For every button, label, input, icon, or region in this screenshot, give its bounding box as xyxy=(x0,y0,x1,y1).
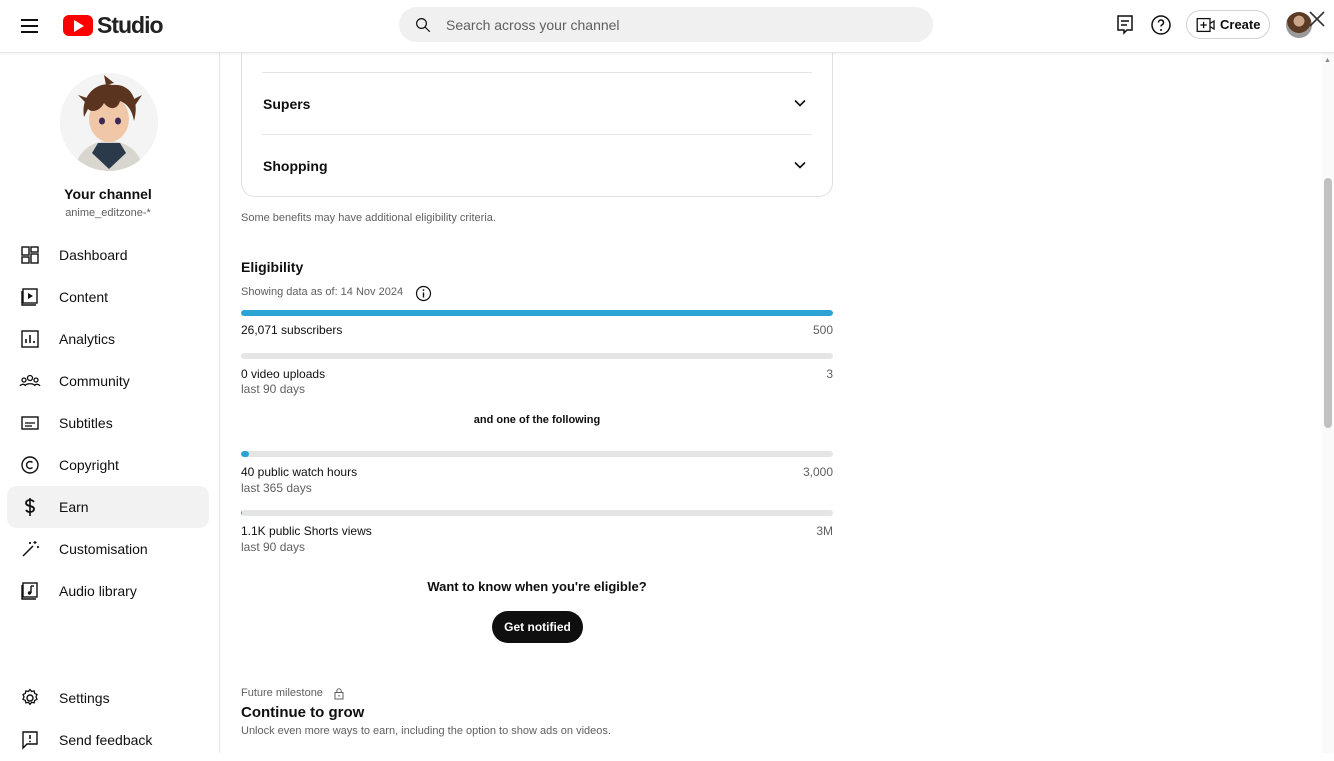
divider xyxy=(262,134,812,135)
feedback-icon xyxy=(19,729,41,751)
shorts-views-target: 3M xyxy=(816,524,833,538)
watch-hours-count: 40 public watch hours xyxy=(241,465,357,479)
sidebar-item-label: Content xyxy=(59,289,108,305)
future-milestone-description: Unlock even more ways to earn, including… xyxy=(241,725,611,737)
channel-title: Your channel xyxy=(0,186,216,202)
future-milestone-title: Continue to grow xyxy=(241,704,364,721)
sidebar-item-label: Settings xyxy=(59,690,110,706)
analytics-icon xyxy=(19,328,41,350)
channel-avatar[interactable] xyxy=(60,73,158,171)
create-label: Create xyxy=(1220,17,1260,32)
sidebar-item-label: Customisation xyxy=(59,541,148,557)
sidebar-item-community[interactable]: Community xyxy=(7,360,209,402)
scroll-up-icon[interactable]: ▲ xyxy=(1324,57,1331,64)
shorts-views-count: 1.1K public Shorts views xyxy=(241,524,372,538)
uploads-progress-bar xyxy=(241,353,833,359)
content-icon xyxy=(19,286,41,308)
uploads-target: 3 xyxy=(826,367,833,381)
progress-fill xyxy=(241,451,249,457)
sidebar-item-earn[interactable]: Earn xyxy=(7,486,209,528)
channel-handle: anime_editzone-* xyxy=(0,207,216,219)
sidebar-item-settings[interactable]: Settings xyxy=(7,677,209,719)
subtitles-icon xyxy=(19,412,41,434)
sidebar-item-label: Community xyxy=(59,373,130,389)
help-icon[interactable] xyxy=(1149,13,1173,37)
watch-hours-progress-bar xyxy=(241,451,833,457)
sidebar: Your channel anime_editzone-* Dashboard … xyxy=(0,53,220,753)
studio-logo[interactable]: Studio xyxy=(63,12,163,39)
sidebar-item-copyright[interactable]: Copyright xyxy=(7,444,209,486)
dashboard-icon xyxy=(19,244,41,266)
chevron-down-icon[interactable] xyxy=(793,96,807,110)
shorts-views-progress-bar xyxy=(241,510,833,516)
search-icon xyxy=(414,16,432,34)
sidebar-item-label: Audio library xyxy=(59,583,137,599)
video-plus-icon xyxy=(1196,17,1216,33)
future-milestone-label: Future milestone xyxy=(241,687,323,699)
messages-icon[interactable] xyxy=(1113,13,1137,37)
eligibility-title: Eligibility xyxy=(241,259,303,275)
community-icon xyxy=(19,370,41,392)
data-date: Showing data as of: 14 Nov 2024 xyxy=(241,286,403,298)
create-button[interactable]: Create xyxy=(1186,10,1270,39)
subscribers-target: 500 xyxy=(813,323,833,337)
sidebar-item-label: Analytics xyxy=(59,331,115,347)
audio-library-icon xyxy=(19,580,41,602)
eligibility-prompt: Want to know when you're eligible? xyxy=(241,579,833,594)
sidebar-item-customisation[interactable]: Customisation xyxy=(7,528,209,570)
magic-wand-icon xyxy=(19,538,41,560)
benefits-card xyxy=(241,40,833,197)
eligibility-note: Some benefits may have additional eligib… xyxy=(241,212,496,224)
sidebar-item-label: Earn xyxy=(59,499,89,515)
sidebar-item-content[interactable]: Content xyxy=(7,276,209,318)
sidebar-item-send-feedback[interactable]: Send feedback xyxy=(7,719,209,761)
lock-icon xyxy=(333,687,345,700)
search-input[interactable] xyxy=(446,17,886,33)
dollar-icon xyxy=(19,496,41,518)
subscribers-progress-bar xyxy=(241,310,833,316)
youtube-logo-icon xyxy=(63,15,93,36)
gear-icon xyxy=(19,687,41,709)
progress-fill xyxy=(241,310,833,316)
copyright-icon xyxy=(19,454,41,476)
sidebar-item-dashboard[interactable]: Dashboard xyxy=(7,234,209,276)
close-icon[interactable] xyxy=(1306,8,1328,30)
shorts-views-period: last 90 days xyxy=(241,540,305,554)
search-bar[interactable] xyxy=(399,7,933,42)
sidebar-item-label: Subtitles xyxy=(59,415,113,431)
info-icon[interactable] xyxy=(415,285,432,302)
logo-text: Studio xyxy=(97,12,163,39)
subscribers-count: 26,071 subscribers xyxy=(241,323,342,337)
watch-hours-period: last 365 days xyxy=(241,481,312,495)
chevron-down-icon[interactable] xyxy=(793,158,807,172)
divider xyxy=(262,72,812,73)
and-one-following: and one of the following xyxy=(241,414,833,426)
top-bar: Studio Create xyxy=(0,0,1334,53)
get-notified-button[interactable]: Get notified xyxy=(492,611,583,643)
uploads-count: 0 video uploads xyxy=(241,367,325,381)
scrollbar-thumb[interactable] xyxy=(1324,178,1332,428)
sidebar-item-label: Send feedback xyxy=(59,732,152,748)
accordion-shopping[interactable]: Shopping xyxy=(263,158,328,174)
accordion-supers[interactable]: Supers xyxy=(263,96,310,112)
sidebar-item-analytics[interactable]: Analytics xyxy=(7,318,209,360)
watch-hours-target: 3,000 xyxy=(803,465,833,479)
sidebar-item-audio-library[interactable]: Audio library xyxy=(7,570,209,612)
sidebar-item-label: Copyright xyxy=(59,457,119,473)
anime-character-avatar-icon xyxy=(60,73,158,171)
sidebar-item-subtitles[interactable]: Subtitles xyxy=(7,402,209,444)
uploads-period: last 90 days xyxy=(241,382,305,396)
hamburger-menu-icon[interactable] xyxy=(18,13,44,39)
sidebar-item-label: Dashboard xyxy=(59,247,128,263)
